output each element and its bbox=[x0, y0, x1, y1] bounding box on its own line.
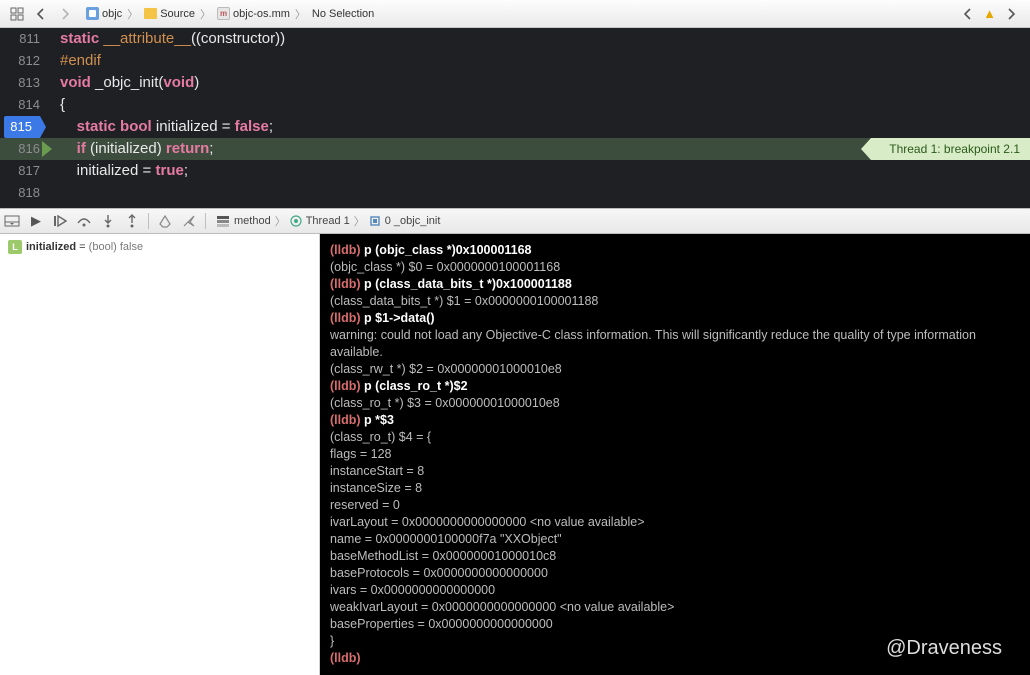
lldb-prompt-line: (lldb) p (class_ro_t *)$2 bbox=[330, 378, 1020, 395]
variable-row[interactable]: Linitialized = (bool) false bbox=[8, 240, 311, 254]
debug-area: Linitialized = (bool) false (lldb) p (ob… bbox=[0, 234, 1030, 675]
code-line[interactable]: { bbox=[0, 94, 1030, 116]
watermark: @Draveness bbox=[886, 640, 1002, 657]
lldb-output-line: baseProtocols = 0x0000000000000000 bbox=[330, 565, 1020, 582]
breadcrumb[interactable]: objc〉 Source〉 mobjc-os.mm〉 No Selection bbox=[82, 6, 949, 22]
crumb-file: objc-os.mm bbox=[233, 8, 290, 20]
variables-pane[interactable]: Linitialized = (bool) false bbox=[0, 234, 320, 675]
gutter-line[interactable]: 814 bbox=[0, 94, 40, 116]
debug-crumb-1: Thread 1 bbox=[306, 215, 350, 227]
stack-icon bbox=[216, 215, 230, 227]
back-button-right[interactable] bbox=[957, 4, 979, 24]
lldb-output-line: (class_rw_t *) $2 = 0x00000001000010e8 bbox=[330, 361, 1020, 378]
lldb-output-line: reserved = 0 bbox=[330, 497, 1020, 514]
gutter-line[interactable]: 818 bbox=[0, 182, 40, 204]
simulate-location-button[interactable] bbox=[177, 210, 201, 232]
back-button[interactable] bbox=[30, 4, 52, 24]
lldb-output-line: (class_ro_t *) $3 = 0x00000001000010e8 bbox=[330, 395, 1020, 412]
project-icon bbox=[86, 7, 99, 20]
breakpoints-toggle[interactable]: ▶ bbox=[24, 210, 48, 232]
code-editor[interactable]: 811812813814815816817818 static __attrib… bbox=[0, 28, 1030, 208]
lldb-output-line: (class_ro_t) $4 = { bbox=[330, 429, 1020, 446]
lldb-output-line: instanceStart = 8 bbox=[330, 463, 1020, 480]
folder-icon bbox=[144, 8, 157, 19]
jump-bar: objc〉 Source〉 mobjc-os.mm〉 No Selection … bbox=[0, 0, 1030, 28]
gutter-line[interactable]: 813 bbox=[0, 72, 40, 94]
code-line[interactable]: #endif bbox=[0, 50, 1030, 72]
code-line[interactable]: void _objc_init(void) bbox=[0, 72, 1030, 94]
continue-button[interactable] bbox=[48, 210, 72, 232]
step-over-button[interactable] bbox=[72, 210, 96, 232]
code-line[interactable]: initialized = true; bbox=[0, 160, 1030, 182]
thread-icon bbox=[290, 215, 302, 227]
frame-icon bbox=[369, 215, 381, 227]
code-line[interactable] bbox=[0, 182, 1030, 204]
lldb-output-line: warning: could not load any Objective-C … bbox=[330, 327, 1020, 361]
lldb-output-line: name = 0x0000000100000f7a "XXObject" bbox=[330, 531, 1020, 548]
step-out-button[interactable] bbox=[120, 210, 144, 232]
lldb-output-line: ivars = 0x0000000000000000 bbox=[330, 582, 1020, 599]
gutter-line[interactable]: 811 bbox=[0, 28, 40, 50]
debug-breadcrumb[interactable]: method〉 Thread 1〉 0 _objc_init bbox=[210, 213, 440, 229]
gutter-line[interactable]: 815 bbox=[4, 116, 40, 138]
file-icon: m bbox=[217, 7, 230, 20]
step-in-button[interactable] bbox=[96, 210, 120, 232]
lldb-output-line: flags = 128 bbox=[330, 446, 1020, 463]
lldb-prompt-line: (lldb) p (class_data_bits_t *)0x10000118… bbox=[330, 276, 1020, 293]
lldb-output-line: baseProperties = 0x0000000000000000 bbox=[330, 616, 1020, 633]
lldb-output-line: weakIvarLayout = 0x0000000000000000 <no … bbox=[330, 599, 1020, 616]
gutter-line[interactable]: 812 bbox=[0, 50, 40, 72]
forward-button[interactable] bbox=[54, 4, 76, 24]
lldb-console[interactable]: (lldb) p (objc_class *)0x100001168(objc_… bbox=[320, 234, 1030, 675]
breakpoint-annotation[interactable]: Thread 1: breakpoint 2.1 bbox=[871, 138, 1030, 160]
related-items-button[interactable] bbox=[6, 4, 28, 24]
local-var-icon: L bbox=[8, 240, 22, 254]
lldb-prompt-line: (lldb) p (objc_class *)0x100001168 bbox=[330, 242, 1020, 259]
crumb-folder: Source bbox=[160, 8, 195, 20]
lldb-output-line: baseMethodList = 0x00000001000010c8 bbox=[330, 548, 1020, 565]
debug-crumb-0: method bbox=[234, 215, 271, 227]
gutter-line[interactable]: 817 bbox=[0, 160, 40, 182]
hide-debug-button[interactable] bbox=[0, 210, 24, 232]
forward-button-right[interactable] bbox=[1000, 4, 1022, 24]
lldb-output-line: (class_data_bits_t *) $1 = 0x00000001000… bbox=[330, 293, 1020, 310]
gutter[interactable]: 811812813814815816817818 bbox=[0, 28, 48, 204]
debug-view-hierarchy-button[interactable] bbox=[153, 210, 177, 232]
debug-toolbar: ▶ method〉 Thread 1〉 0 _objc_init bbox=[0, 208, 1030, 234]
lldb-output-line: instanceSize = 8 bbox=[330, 480, 1020, 497]
code-line[interactable]: static bool initialized = false; bbox=[0, 116, 1030, 138]
lldb-prompt-line: (lldb) p $1->data() bbox=[330, 310, 1020, 327]
lldb-output-line: ivarLayout = 0x0000000000000000 <no valu… bbox=[330, 514, 1020, 531]
crumb-project: objc bbox=[102, 8, 122, 20]
lldb-prompt-line: (lldb) p *$3 bbox=[330, 412, 1020, 429]
warning-icon[interactable]: ▲ bbox=[983, 6, 996, 21]
debug-crumb-2: 0 _objc_init bbox=[385, 215, 441, 227]
gutter-line[interactable]: 816 bbox=[0, 138, 40, 160]
lldb-output-line: (objc_class *) $0 = 0x0000000100001168 bbox=[330, 259, 1020, 276]
crumb-selection: No Selection bbox=[312, 8, 374, 20]
code-line[interactable]: static __attribute__((constructor)) bbox=[0, 28, 1030, 50]
